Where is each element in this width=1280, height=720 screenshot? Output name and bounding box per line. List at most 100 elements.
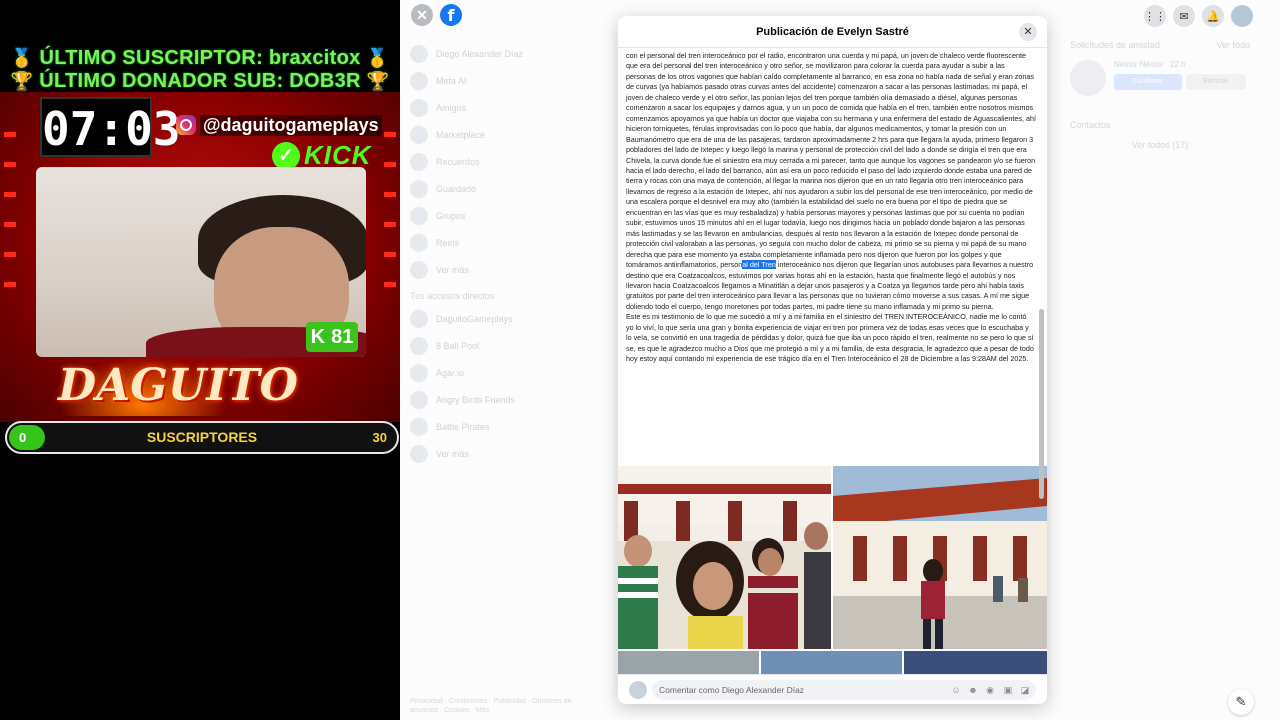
nav-item-marketplace[interactable]: Marketplace [410,121,600,148]
profile-avatar[interactable] [1231,5,1253,27]
nav-item-reels[interactable]: Reels [410,229,600,256]
facebook-right-rail: Solicitudes de amistad Ver todo Néstor N… [1070,40,1250,150]
shortcut-item[interactable]: DaguitoGameplays [410,305,600,332]
kick-count-badge: K 81 [306,322,358,352]
facebook-left-nav: Diego Alexander Díaz Meta AI Amigos Mark… [410,40,600,467]
post-text-segment: con el personal del tren interoceánico p… [626,51,1036,270]
contacts-header: Contactos [1070,120,1250,130]
nav-label: Guardado [436,183,477,194]
comment-placeholder: Comentar como Diego Alexander Díaz [659,685,805,695]
post-photo[interactable] [904,651,1047,674]
post-paragraph-1: con el personal del tren interoceánico p… [626,51,1036,312]
shortcut-icon [410,336,428,355]
camera-icon[interactable]: ◉ [984,684,996,696]
post-photo-grid [618,466,1047,674]
confirm-button[interactable]: Confirmar [1114,74,1182,90]
nav-item-saved[interactable]: Guardado [410,175,600,202]
close-icon[interactable]: ✕ [411,4,433,26]
new-message-button[interactable]: ✎ [1228,689,1254,715]
medal-icon: 🥇 [10,48,34,68]
avatar [629,681,647,699]
memories-icon [410,152,428,171]
trophy-icon: 🏆 [366,71,390,91]
reels-icon [410,233,428,252]
instagram-icon [176,115,196,135]
post-photo[interactable] [761,651,902,674]
modal-scrollbar[interactable] [1039,309,1044,499]
nav-item-meta-ai[interactable]: Meta AI [410,67,600,94]
verified-check-icon: ✓ [272,141,300,170]
shortcut-item[interactable]: Battle Pirates [410,413,600,440]
friends-icon [410,98,428,117]
shortcut-icon [410,309,428,328]
shortcut-label: Ver más [436,448,470,459]
modal-close-button[interactable]: ✕ [1019,23,1037,41]
facebook-logo-icon[interactable]: f [440,4,462,26]
shortcut-item[interactable]: 8 Ball Pool [410,332,600,359]
see-all-contacts[interactable]: Ver todos (17) [1070,140,1250,150]
comment-input[interactable]: Comentar como Diego Alexander Díaz ☺ ☻ ◉… [652,680,1036,700]
stream-clock: 07:03 [40,97,180,157]
saved-icon [410,179,428,198]
avatar-sticker-icon[interactable]: ☺ [950,684,962,696]
instagram-handle-text: @daguitogameplays [200,114,382,136]
request-name[interactable]: Néstor Néstor [1114,60,1163,69]
post-paragraph-2: Este es mi testimonio de lo que me suced… [626,312,1034,364]
shortcut-item[interactable]: Agar.io [410,359,600,386]
post-photo[interactable] [833,466,1047,649]
nav-label: Marketplace [436,129,486,140]
nav-item-friends[interactable]: Amigos [410,94,600,121]
shortcut-icon [410,363,428,382]
nav-item-memories[interactable]: Recuerdos [410,148,600,175]
nav-item-see-more[interactable]: Ver más [410,256,600,283]
comment-bar: Comentar como Diego Alexander Díaz ☺ ☻ ◉… [618,674,1047,704]
nav-item-groups[interactable]: Grupos [410,202,600,229]
stream-overlay: 🥇 ÚLTIMO SUSCRIPTOR: braxcitox 🥇 🏆 ÚLTIM… [0,0,400,720]
post-photo[interactable] [618,651,759,674]
subscriber-goal-label: SUSCRIPTORES [146,429,258,445]
delete-button[interactable]: Eliminar [1186,74,1246,90]
marketplace-icon [410,125,428,144]
notifications-icon[interactable]: 🔔 [1202,5,1224,27]
shortcuts-title: Tus accesos directos [410,291,495,301]
kick-count: 81 [331,325,354,348]
subscriber-goal-bar: 0 SUSCRIPTORES 30 [5,421,399,454]
last-subscriber-banner: 🥇 ÚLTIMO SUSCRIPTOR: braxcitox 🥇 [0,47,400,70]
nav-item-profile[interactable]: Diego Alexander Díaz [410,40,600,67]
nav-label: Amigos [436,102,467,113]
see-all-requests-link[interactable]: Ver todo [1216,40,1250,50]
shortcut-label: 8 Ball Pool [436,340,480,351]
shortcut-label: Agar.io [436,367,465,378]
nav-label: Reels [436,237,460,248]
messenger-icon[interactable]: ✉ [1173,5,1195,27]
modal-body[interactable]: con el personal del tren interoceánico p… [618,49,1047,674]
post-photo[interactable] [618,466,831,649]
shortcut-label: Battle Pirates [436,421,490,432]
avatar [410,44,428,63]
friend-requests-header: Solicitudes de amistad Ver todo [1070,40,1250,50]
subscriber-goal-target: 30 [372,430,387,445]
apps-menu-icon[interactable]: ⋮⋮ [1144,5,1166,27]
medal-icon: 🥇 [366,48,390,68]
sticker-icon[interactable]: ◪ [1019,684,1031,696]
streamer-logo: DAGUITO [58,356,298,416]
screen: 🥇 ÚLTIMO SUSCRIPTOR: braxcitox 🥇 🏆 ÚLTIM… [0,0,1280,720]
shortcut-label: Angry Birds Friends [436,394,516,405]
emoji-icon[interactable]: ☻ [967,684,979,696]
avatar[interactable] [1070,60,1106,96]
shortcut-item[interactable]: Angry Birds Friends [410,386,600,413]
nav-label: Grupos [436,210,466,221]
last-subscriber-text: ÚLTIMO SUSCRIPTOR: braxcitox [39,47,361,69]
nav-label: Diego Alexander Díaz [436,48,524,59]
chevron-down-icon [410,444,428,463]
gif-icon[interactable]: ▣ [1002,684,1014,696]
selected-text: al del Tren [742,260,776,270]
facebook-footer-links[interactable]: Privacidad · Condiciones · Publicidad · … [410,697,600,715]
nav-label: Recuerdos [436,156,480,167]
close-icon: ✕ [1023,26,1033,38]
friend-request: Néstor Néstor 22 h Confirmar Eliminar [1070,60,1250,96]
chevron-down-icon [410,260,428,279]
shortcut-see-more[interactable]: Ver más [410,440,600,467]
modal-title: Publicación de Evelyn Sastré [756,26,909,38]
request-time: 22 h [1170,60,1186,69]
